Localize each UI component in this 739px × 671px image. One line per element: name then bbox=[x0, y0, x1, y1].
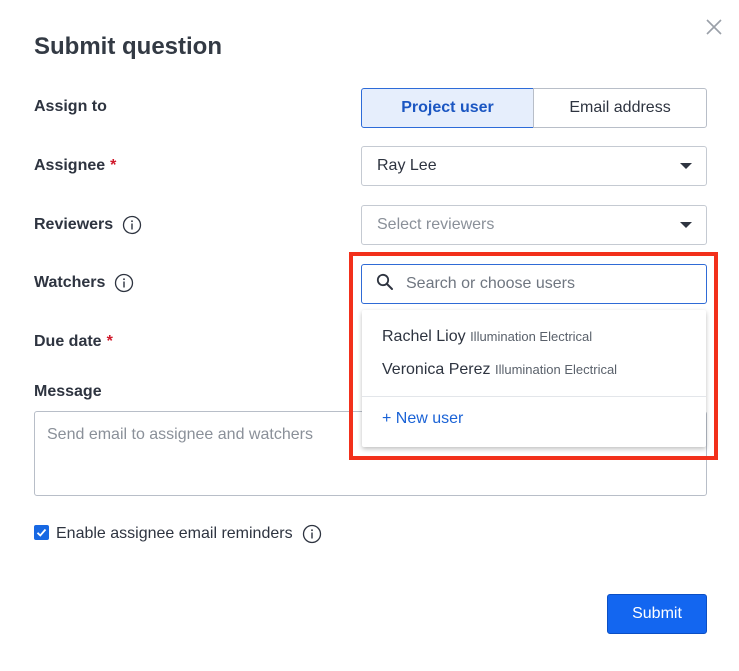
assignee-label: Assignee * bbox=[34, 157, 117, 174]
caret-down-icon bbox=[680, 222, 692, 228]
reviewers-select[interactable]: Select reviewers bbox=[361, 205, 707, 245]
email-address-toggle[interactable]: Email address bbox=[533, 88, 707, 128]
assignee-select[interactable]: Ray Lee bbox=[361, 146, 707, 186]
project-user-toggle[interactable]: Project user bbox=[361, 88, 534, 128]
due-date-label: Due date * bbox=[34, 333, 113, 350]
required-marker: * bbox=[110, 157, 117, 174]
reviewers-label: Reviewers bbox=[34, 215, 142, 235]
message-placeholder: Send email to assignee and watchers bbox=[47, 426, 313, 443]
submit-button[interactable]: Submit bbox=[607, 594, 707, 634]
reminders-checkbox[interactable] bbox=[34, 525, 49, 540]
highlight-box bbox=[349, 252, 718, 460]
info-icon[interactable] bbox=[302, 524, 322, 544]
required-marker: * bbox=[106, 333, 113, 350]
caret-down-icon bbox=[680, 163, 692, 169]
assignee-value: Ray Lee bbox=[377, 157, 437, 174]
reviewers-placeholder: Select reviewers bbox=[377, 216, 495, 233]
message-label: Message bbox=[34, 383, 102, 400]
close-icon[interactable] bbox=[704, 17, 724, 37]
info-icon[interactable] bbox=[122, 215, 142, 235]
assign-to-label: Assign to bbox=[34, 98, 107, 115]
reminders-label: Enable assignee email reminders bbox=[56, 524, 322, 544]
watchers-label: Watchers bbox=[34, 273, 134, 293]
info-icon[interactable] bbox=[114, 273, 134, 293]
dialog-title: Submit question bbox=[34, 33, 222, 60]
